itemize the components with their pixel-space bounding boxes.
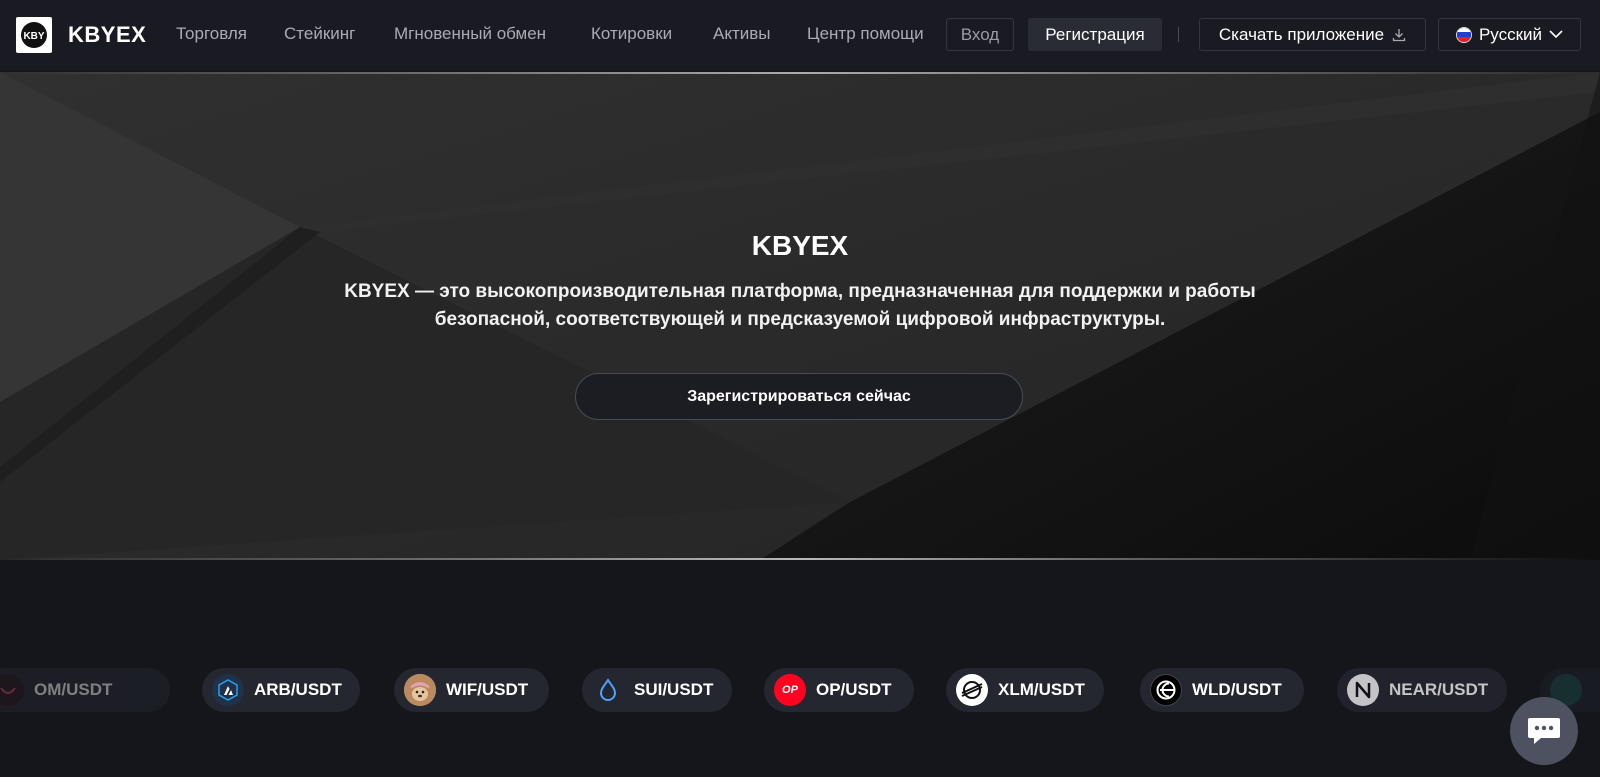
op-icon: OP	[774, 674, 806, 706]
ticker-pair-label: SUI/USDT	[634, 680, 714, 699]
hero-bottom-glow-line	[0, 558, 1600, 560]
register-now-button[interactable]: Зарегистрироваться сейчас	[575, 373, 1023, 420]
language-label: Русский	[1478, 24, 1543, 44]
russia-flag-icon	[1455, 26, 1472, 43]
om-icon	[0, 674, 24, 706]
login-button[interactable]: Вход	[946, 18, 1014, 51]
ticker-pair-label: OP/USDT	[816, 680, 892, 699]
hero-description-line-2: безопасной, соответствующей и предсказуе…	[434, 309, 1166, 330]
ticker-pair-wif[interactable]: WIF/USDT	[394, 668, 549, 712]
brand-name[interactable]: KBYEX	[68, 22, 146, 48]
ticker-pair-om[interactable]: OM/USDT	[0, 668, 170, 712]
nav-trade[interactable]: Торговля	[176, 24, 247, 44]
ticker-pair-label: OM/USDT	[34, 680, 113, 699]
ticker-pair-label: XLM/USDT	[998, 680, 1085, 699]
wld-icon	[1150, 674, 1182, 706]
xlm-icon	[956, 674, 988, 706]
sui-icon	[592, 674, 624, 706]
hero-description-line-1: KBYEX — это высокопроизводительная платф…	[344, 281, 1256, 302]
ticker-pair-sui[interactable]: SUI/USDT	[582, 668, 732, 712]
ticker-pair-wld[interactable]: WLD/USDT	[1140, 668, 1304, 712]
ticker-pair-label: NEAR/USDT	[1389, 680, 1489, 699]
download-app-label: Скачать приложение	[1218, 24, 1385, 44]
nav-quotes[interactable]: Котировки	[591, 24, 672, 44]
hero-description: KBYEX — это высокопроизводительная платф…	[300, 278, 1300, 334]
hero-title: KBYEX	[751, 230, 849, 261]
nav-help-center[interactable]: Центр помощи	[807, 24, 924, 44]
arb-icon	[212, 674, 244, 706]
ticker-pair-label: WLD/USDT	[1192, 680, 1282, 699]
pair-ticker: OM/USDT ARB/USDT WIF/USDT SUI/USDT OP OP…	[0, 668, 1600, 712]
kbyex-logo-icon[interactable]: KBY	[16, 17, 52, 53]
chevron-down-icon	[1549, 30, 1563, 39]
nav-instant-swap[interactable]: Мгновенный обмен	[394, 24, 546, 44]
nav-staking[interactable]: Стейкинг	[284, 24, 355, 44]
nav-assets[interactable]: Активы	[713, 24, 771, 44]
top-navbar: KBY KBYEX Торговля Стейкинг Мгновенный о…	[0, 0, 1600, 70]
ticker-pair-xlm[interactable]: XLM/USDT	[946, 668, 1104, 712]
download-app-button[interactable]: Скачать приложение	[1199, 18, 1426, 51]
near-icon	[1347, 674, 1379, 706]
ticker-pair-label: WIF/USDT	[446, 680, 529, 699]
language-selector[interactable]: Русский	[1438, 18, 1581, 51]
download-icon	[1392, 28, 1406, 41]
ticker-pair-arb[interactable]: ARB/USDT	[202, 668, 360, 712]
header-divider	[1178, 27, 1179, 42]
chat-icon	[1528, 718, 1560, 744]
register-button[interactable]: Регистрация	[1028, 18, 1162, 51]
support-chat-button[interactable]	[1510, 697, 1578, 765]
hero-top-glow-line	[0, 72, 1600, 74]
ticker-pair-label: ARB/USDT	[254, 680, 342, 699]
ticker-pair-near[interactable]: NEAR/USDT	[1337, 668, 1507, 712]
wif-icon	[404, 674, 436, 706]
ticker-pair-op[interactable]: OP OP/USDT	[764, 668, 914, 712]
logo-text: KBY	[23, 31, 44, 42]
